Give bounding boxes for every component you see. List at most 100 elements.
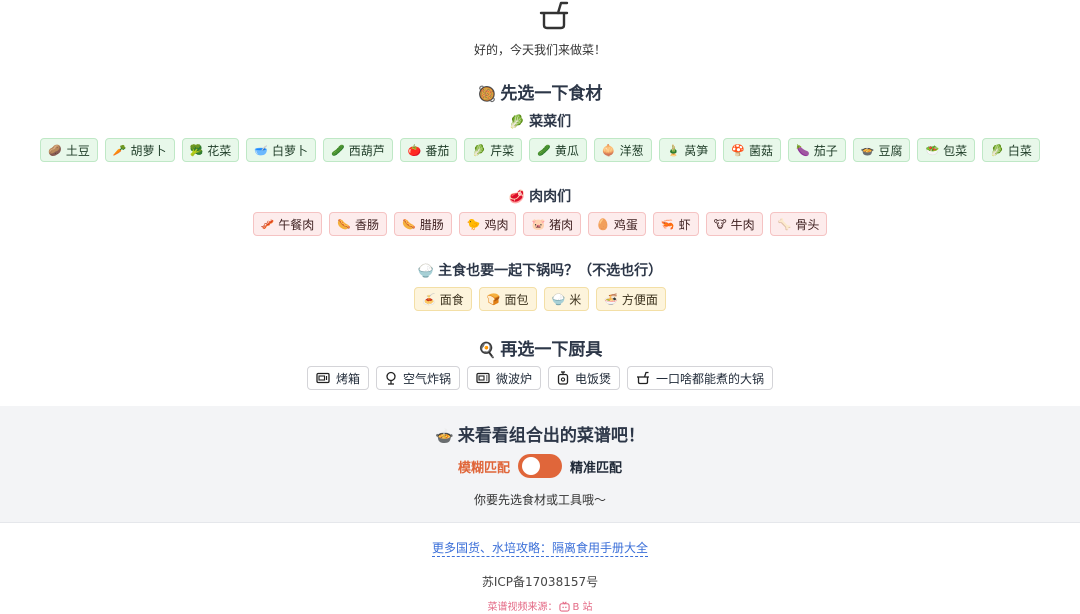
- icp-number: 苏ICP备17038157号: [481, 575, 599, 589]
- toggle-knob: [522, 457, 540, 475]
- result-title: 🍲 来看看组合出的菜谱吧！: [435, 426, 645, 446]
- tv-icon[interactable]: [559, 601, 571, 612]
- veg-emoji-icon: 🥦: [189, 143, 204, 157]
- tool-tag[interactable]: 烤箱: [306, 366, 369, 390]
- staple-tag[interactable]: 🍚 米: [543, 287, 590, 311]
- meat-emoji-icon: 🦐: [660, 217, 675, 231]
- tool-label: 电饭煲: [575, 371, 612, 386]
- veg-tag[interactable]: 🥒 西葫芦: [322, 138, 393, 162]
- veg-label: 白菜: [1007, 143, 1032, 158]
- meat-label: 腊肠: [419, 217, 444, 232]
- meat-label: 香肠: [355, 217, 380, 232]
- veg-label: 花菜: [207, 143, 232, 158]
- staple-emoji-icon: 🍞: [486, 292, 501, 306]
- veg-label: 番茄: [425, 143, 450, 158]
- staple-emoji-icon: 🍚: [551, 292, 566, 306]
- tool-label: 一口啥都能煮的大锅: [656, 371, 765, 386]
- staple-tag[interactable]: 🍜 方便面: [596, 287, 666, 311]
- veg-label: 西葫芦: [348, 143, 385, 158]
- veg-label: 菌菇: [749, 143, 774, 158]
- veg-tag[interactable]: 🍅 番茄: [399, 138, 458, 162]
- veg-tag[interactable]: 🍲 豆腐: [852, 138, 911, 162]
- frying-pan-emoji-icon: 🍳: [477, 341, 497, 359]
- meat-tag[interactable]: 🦐 虾: [652, 212, 699, 236]
- meats-group-title: 🥩 肉肉们: [508, 189, 572, 205]
- tools-list: 烤箱 空气炸锅 微波炉 电饭煲 一口啥都能煮的大锅: [0, 366, 1080, 390]
- veg-tag[interactable]: 🥬 白菜: [982, 138, 1040, 162]
- staple-label: 米: [569, 292, 582, 307]
- tool-tag[interactable]: 空气炸锅: [375, 366, 460, 390]
- staples-list: 🍝 面食 🍞 面包 🍚 米 🍜 方便面: [0, 287, 1080, 311]
- video-source: 菜谱视频来源： B 站: [0, 598, 1080, 613]
- staple-emoji-icon: 🍝: [422, 292, 436, 306]
- meat-tag[interactable]: 🥓 午餐肉: [252, 212, 323, 236]
- veg-tag[interactable]: 🥦 花菜: [181, 138, 240, 162]
- recipe-result-panel: 🍲 来看看组合出的菜谱吧！ 模糊匹配 精准匹配 你要先选食材或工具哦～: [0, 406, 1080, 523]
- meat-tag[interactable]: 🐤 鸡肉: [458, 212, 517, 236]
- staples-group-title: 🍚 主食也要一起下锅吗？（不选也行）: [417, 263, 663, 279]
- cooking-pot-emoji-icon: 🥘: [477, 85, 497, 103]
- veg-emoji-icon: 🥒: [330, 143, 345, 157]
- microwave-icon: [476, 372, 490, 384]
- veg-tag[interactable]: 🥕 胡萝卜: [104, 138, 175, 162]
- meat-tag[interactable]: 🌭 腊肠: [394, 212, 452, 236]
- veg-tag[interactable]: 🍄 菌菇: [723, 138, 782, 162]
- meat-emoji-icon: 🐮: [713, 217, 727, 231]
- veg-tag[interactable]: 🍆 茄子: [788, 138, 846, 162]
- match-mode-toggle[interactable]: [518, 454, 562, 478]
- vegetables-list: 🥔 土豆 🥕 胡萝卜 🥦 花菜 🥣 白萝卜 🥒 西葫芦 🍅 番茄 🥬 芹菜 🥒 黄瓜 🧅 洋葱 🎍 莴笋 🍄 菌菇 🍆 茄子 🍲…: [0, 138, 1080, 162]
- rice-emoji-icon: 🍚: [417, 264, 435, 279]
- meat-label: 骨头: [795, 217, 820, 232]
- veg-emoji-icon: 🥒: [537, 143, 551, 157]
- veg-label: 包菜: [943, 143, 968, 158]
- veg-tag[interactable]: 🥔 土豆: [40, 138, 98, 162]
- veg-emoji-icon: 🥣: [254, 143, 268, 157]
- fuzzy-match-label[interactable]: 模糊匹配: [458, 457, 510, 476]
- meat-emoji-icon: 🥚: [596, 217, 610, 231]
- veg-label: 白萝卜: [271, 143, 308, 158]
- staple-tag[interactable]: 🍞 面包: [478, 287, 537, 311]
- veg-label: 土豆: [65, 143, 90, 158]
- veg-tag[interactable]: 🥗 包菜: [917, 138, 976, 162]
- meat-tag[interactable]: 🦴 骨头: [769, 212, 828, 236]
- meat-tag[interactable]: 🥚 鸡蛋: [588, 212, 646, 236]
- veg-emoji-icon: 🍅: [407, 143, 422, 157]
- meat-emoji-icon: 🌭: [402, 217, 416, 231]
- veg-tag[interactable]: 🥬 芹菜: [464, 138, 523, 162]
- veg-tag[interactable]: 🥣 白萝卜: [246, 138, 316, 162]
- veg-label: 胡萝卜: [130, 143, 167, 158]
- veg-emoji-icon: 🥗: [925, 143, 940, 157]
- footer-link-row: 更多国货、水培攻略：隔离食用手册大全: [0, 539, 1080, 557]
- tool-tag[interactable]: 电饭煲: [548, 366, 621, 390]
- meat-tag[interactable]: 🐮 牛肉: [705, 212, 763, 236]
- veg-tag[interactable]: 🧅 洋葱: [593, 138, 652, 162]
- veg-emoji-icon: 🍄: [731, 143, 745, 157]
- pot-icon: [539, 1, 569, 30]
- meat-label: 午餐肉: [278, 217, 315, 232]
- empty-selection-hint: 你要先选食材或工具哦～: [473, 493, 606, 507]
- bowl-emoji-icon: 🍲: [435, 427, 454, 445]
- meat-emoji-icon: 🥓: [260, 217, 275, 231]
- staple-label: 面食: [439, 292, 464, 307]
- meat-tag[interactable]: 🌭 香肠: [329, 212, 388, 236]
- veg-tag[interactable]: 🎍 莴笋: [658, 138, 717, 162]
- staple-tag[interactable]: 🍝 面食: [414, 287, 472, 311]
- guide-link[interactable]: 更多国货、水培攻略：隔离食用手册大全: [431, 541, 648, 557]
- pot-icon: [636, 371, 650, 385]
- meat-emoji-icon: 🦴: [777, 217, 792, 231]
- meat-tag[interactable]: 🐷 猪肉: [523, 212, 582, 236]
- staple-emoji-icon: 🍜: [604, 292, 618, 306]
- oven-icon: [316, 372, 330, 384]
- meat-label: 鸡蛋: [613, 217, 638, 232]
- tool-tag[interactable]: 微波炉: [466, 366, 541, 390]
- vegetables-group-title: 🥬 菜菜们: [508, 114, 572, 130]
- tool-tag[interactable]: 一口啥都能煮的大锅: [627, 366, 774, 390]
- video-source-name[interactable]: B 站: [572, 602, 592, 613]
- meat-emoji-icon: 🌭: [337, 217, 352, 231]
- ingredients-section-title: 🥘 先选一下食材: [477, 84, 603, 104]
- veg-tag[interactable]: 🥒 黄瓜: [529, 138, 587, 162]
- meat-emoji-icon: 🥩: [508, 190, 526, 205]
- veg-emoji-icon: 🥬: [472, 143, 487, 157]
- exact-match-label[interactable]: 精准匹配: [570, 457, 622, 476]
- meat-emoji-icon: 🐤: [466, 217, 481, 231]
